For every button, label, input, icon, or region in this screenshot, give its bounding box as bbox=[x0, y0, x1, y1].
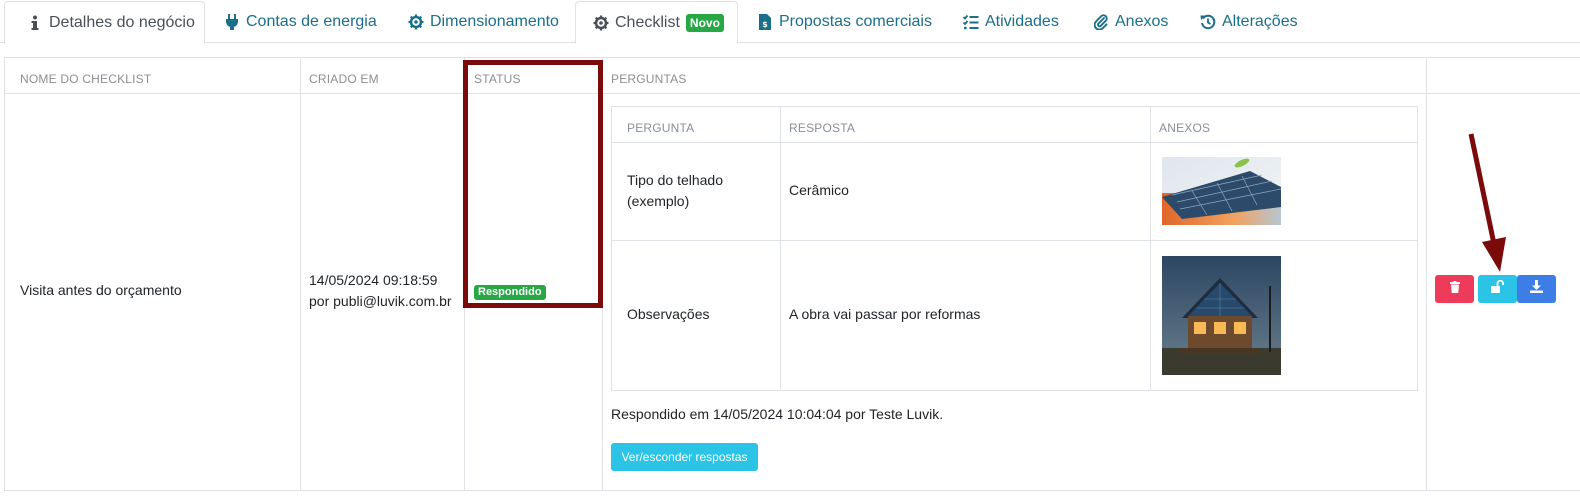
gear-icon bbox=[408, 14, 424, 30]
toggle-answers-button[interactable]: Ver/esconder respostas bbox=[611, 443, 758, 471]
question-text: Observações bbox=[627, 306, 710, 322]
questions-table bbox=[611, 106, 1418, 391]
download-button[interactable] bbox=[1517, 275, 1556, 303]
header-nome-do-checklist: NOME DO CHECKLIST bbox=[20, 72, 152, 86]
answered-info: Respondido em 14/05/2024 10:04:04 por Te… bbox=[611, 406, 944, 422]
tab-checklist[interactable]: Checklist Novo bbox=[575, 1, 738, 44]
row-divider bbox=[611, 240, 1418, 241]
header-pergunta: PERGUNTA bbox=[627, 121, 695, 135]
tab-alteracoes[interactable]: Alterações bbox=[1200, 1, 1298, 43]
tab-propostas-comerciais[interactable]: $ Propostas comerciais bbox=[757, 1, 932, 43]
answer-text: A obra vai passar por reformas bbox=[789, 306, 981, 322]
header-divider bbox=[4, 93, 1580, 94]
tab-dimensionamento[interactable]: Dimensionamento bbox=[408, 1, 559, 43]
tab-bar: Detalhes do negócio Contas de energia Di… bbox=[0, 0, 1580, 44]
column-divider bbox=[1150, 106, 1151, 391]
tab-label: Contas de energia bbox=[246, 13, 377, 30]
new-badge: Novo bbox=[685, 13, 724, 32]
header-criado-em: CRIADO EM bbox=[309, 72, 379, 86]
delete-button[interactable] bbox=[1435, 275, 1474, 303]
header-anexos: ANEXOS bbox=[1159, 121, 1211, 135]
created-date: 14/05/2024 09:18:59 bbox=[309, 272, 438, 288]
info-icon bbox=[27, 15, 43, 31]
answer-text: Cerâmico bbox=[789, 182, 849, 198]
attachment-house-image[interactable] bbox=[1162, 256, 1281, 375]
tab-label: Alterações bbox=[1222, 13, 1298, 30]
download-icon bbox=[1530, 280, 1543, 298]
checklist-name: Visita antes do orçamento bbox=[20, 282, 182, 298]
tab-label: Detalhes do negócio bbox=[49, 13, 195, 31]
column-divider bbox=[300, 57, 301, 491]
plug-icon bbox=[224, 14, 240, 30]
checklist-icon bbox=[963, 14, 979, 30]
invoice-icon: $ bbox=[757, 14, 773, 30]
question-text-cont: (exemplo) bbox=[627, 193, 690, 209]
tab-label: Dimensionamento bbox=[430, 13, 559, 30]
tab-label: Anexos bbox=[1115, 13, 1169, 30]
unlock-icon bbox=[1490, 279, 1505, 298]
attachment-solar-panel-image[interactable] bbox=[1162, 157, 1281, 225]
annotation-highlight-box bbox=[463, 60, 603, 308]
tab-contas-de-energia[interactable]: Contas de energia bbox=[224, 1, 377, 43]
header-divider bbox=[611, 142, 1418, 143]
history-icon bbox=[1200, 14, 1216, 30]
trash-icon bbox=[1449, 280, 1460, 298]
question-text: Tipo do telhado bbox=[627, 172, 723, 188]
unlock-button[interactable] bbox=[1478, 275, 1517, 303]
svg-text:$: $ bbox=[762, 20, 768, 29]
tab-atividades[interactable]: Atividades bbox=[963, 1, 1059, 43]
column-divider bbox=[1426, 57, 1427, 491]
paperclip-icon bbox=[1093, 14, 1109, 30]
tab-label: Propostas comerciais bbox=[779, 13, 932, 30]
tab-detalhes[interactable]: Detalhes do negócio bbox=[4, 1, 205, 44]
gear-icon bbox=[593, 15, 609, 31]
column-divider bbox=[780, 106, 781, 391]
tab-label: Checklist bbox=[615, 13, 680, 31]
annotation-arrow bbox=[1460, 132, 1510, 279]
tab-label: Atividades bbox=[985, 13, 1059, 30]
header-perguntas: PERGUNTAS bbox=[611, 72, 687, 86]
tab-anexos[interactable]: Anexos bbox=[1093, 1, 1168, 43]
header-resposta: RESPOSTA bbox=[789, 121, 856, 135]
created-by: por publi@luvik.com.br bbox=[309, 293, 452, 309]
